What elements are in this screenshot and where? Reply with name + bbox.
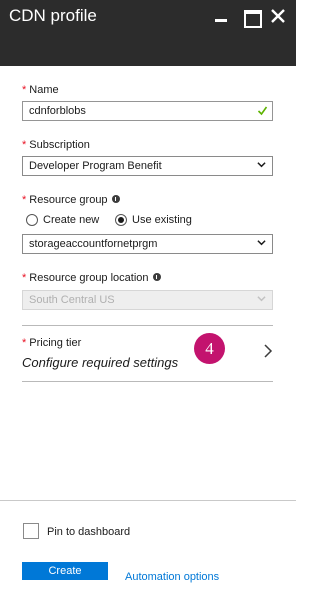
close-button[interactable] [268,6,288,26]
name-label: * Name [22,84,59,96]
required-asterisk: * [22,337,27,349]
info-icon[interactable] [152,273,161,281]
radio-use-existing-label: Use existing [132,214,192,226]
resource-group-location-label: * Resource group location [22,272,161,284]
name-input[interactable]: cdnforblobs [22,101,273,121]
resource-group-location-select: South Central US [22,290,273,310]
radio-use-existing-circle [115,214,127,226]
resource-group-location-value: South Central US [29,294,115,306]
required-asterisk: * [22,139,27,151]
automation-options-link[interactable]: Automation options [125,571,219,583]
subscription-select-value: Developer Program Benefit [29,160,162,172]
required-asterisk: * [22,272,27,284]
footer-divider [0,500,296,501]
subscription-select[interactable]: Developer Program Benefit [22,156,273,176]
create-button[interactable]: Create [22,562,108,580]
pricing-tier-row[interactable]: * Pricing tier Configure required setting… [22,325,273,382]
checkmark-icon [257,106,268,116]
required-asterisk: * [22,84,27,96]
resource-group-select-value: storageaccountfornetprgm [29,238,158,250]
chevron-down-icon [257,162,266,168]
subscription-label: * Subscription [22,139,90,151]
maximize-button[interactable] [241,6,262,28]
radio-create-new-circle [26,214,38,226]
radio-create-new-label: Create new [43,214,100,226]
required-asterisk: * [22,194,27,206]
blade-header: CDN profile [0,0,296,66]
pricing-tier-value: Configure required settings [22,355,179,370]
chevron-right-icon [264,344,273,358]
blade-title: CDN profile [9,6,97,25]
pin-checkbox[interactable] [23,523,39,539]
name-input-value: cdnforblobs [29,105,86,117]
pin-label: Pin to dashboard [47,526,131,538]
minimize-button[interactable] [211,6,231,26]
info-icon[interactable] [111,195,120,203]
close-icon [271,9,285,23]
resource-group-select[interactable]: storageaccountfornetprgm [22,234,273,254]
resource-group-label: * Resource group [22,194,120,206]
step-badge: 4 [194,333,225,364]
chevron-down-icon [257,296,266,302]
pricing-tier-label: * Pricing tier [22,337,82,349]
chevron-down-icon [257,240,266,246]
